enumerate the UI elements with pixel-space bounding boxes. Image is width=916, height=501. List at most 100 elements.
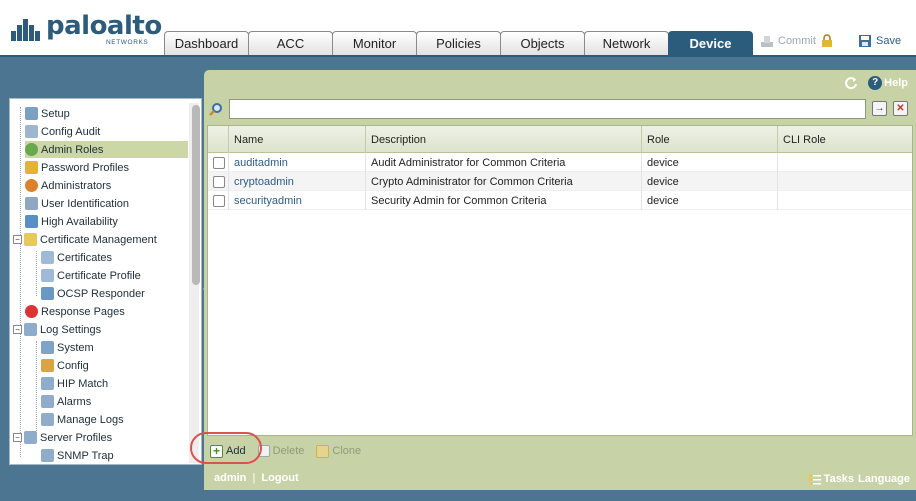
nav-item-certificate-management[interactable]: − Certificate Management bbox=[13, 231, 188, 248]
system-icon bbox=[41, 341, 54, 354]
password-profiles-icon bbox=[25, 161, 38, 174]
nav-item-label: Config bbox=[57, 359, 89, 372]
delete-button[interactable]: Delete bbox=[257, 445, 304, 457]
brand-name: paloalto bbox=[46, 11, 162, 41]
collapse-icon[interactable]: − bbox=[13, 433, 22, 442]
row-select-cell bbox=[208, 153, 229, 172]
nav-scrollbar-thumb[interactable] bbox=[192, 105, 200, 285]
tree-guide bbox=[20, 107, 21, 457]
filter-input[interactable] bbox=[229, 99, 866, 119]
role-type: device bbox=[642, 191, 778, 210]
nav-item-server-profiles[interactable]: − Server Profiles bbox=[13, 429, 188, 446]
tab-device[interactable]: Device bbox=[668, 31, 753, 55]
lock-icon bbox=[821, 34, 832, 47]
nav-item-label: HIP Match bbox=[57, 377, 109, 390]
nav-item-certificate-profile[interactable]: Certificate Profile bbox=[41, 267, 188, 284]
nav-item-label: Alarms bbox=[57, 395, 92, 408]
role-description: Security Admin for Common Criteria bbox=[366, 191, 642, 210]
nav-item-setup[interactable]: Setup bbox=[25, 105, 188, 122]
role-name-link[interactable]: cryptoadmin bbox=[229, 172, 366, 191]
apply-filter-icon[interactable]: → bbox=[872, 101, 887, 116]
nav-item-password-profiles[interactable]: Password Profiles bbox=[25, 159, 188, 176]
table-row[interactable]: cryptoadmin Crypto Administrator for Com… bbox=[208, 172, 912, 191]
row-checkbox[interactable] bbox=[213, 156, 225, 169]
nav-item-administrators[interactable]: Administrators bbox=[25, 177, 188, 194]
column-role[interactable]: Role bbox=[642, 126, 778, 153]
admin-roles-icon bbox=[25, 143, 38, 156]
tree-guide bbox=[36, 341, 37, 431]
table-row[interactable]: auditadmin Audit Administrator for Commo… bbox=[208, 153, 912, 172]
nav-item-log-settings[interactable]: − Log Settings bbox=[13, 321, 188, 338]
panel-toolbar: ? Help bbox=[844, 76, 908, 90]
ocsp-responder-icon bbox=[41, 287, 54, 300]
tab-network[interactable]: Network bbox=[584, 31, 669, 55]
tab-acc[interactable]: ACC bbox=[248, 31, 333, 55]
language-link[interactable]: Language bbox=[858, 473, 910, 485]
help-link[interactable]: Help bbox=[884, 77, 908, 89]
nav-item-manage-logs[interactable]: Manage Logs bbox=[41, 411, 188, 428]
hip-match-icon bbox=[41, 377, 54, 390]
help-icon[interactable]: ? bbox=[868, 76, 883, 90]
commit-icon bbox=[761, 36, 773, 47]
paloalto-logo: paloalto NETWORKS bbox=[10, 9, 162, 49]
config-icon bbox=[41, 359, 54, 372]
column-name[interactable]: Name bbox=[229, 126, 366, 153]
nav-item-high-availability[interactable]: High Availability bbox=[25, 213, 188, 230]
logo-mark-icon bbox=[11, 19, 40, 41]
save-button[interactable]: Save bbox=[858, 34, 901, 48]
admin-roles-panel: ? Help → ✕ Name Description Role CLI Rol… bbox=[204, 70, 916, 490]
manage-logs-icon bbox=[41, 413, 54, 426]
cli-role bbox=[778, 191, 912, 210]
column-cli-role[interactable]: CLI Role bbox=[778, 126, 912, 153]
clone-button[interactable]: Clone bbox=[316, 444, 361, 458]
role-description: Crypto Administrator for Common Criteria bbox=[366, 172, 642, 191]
role-name-link[interactable]: auditadmin bbox=[229, 153, 366, 172]
row-checkbox[interactable] bbox=[213, 194, 225, 207]
row-checkbox[interactable] bbox=[213, 175, 225, 188]
commit-button[interactable]: Commit bbox=[760, 34, 838, 48]
nav-item-certificates[interactable]: Certificates bbox=[41, 249, 188, 266]
header: paloalto NETWORKS Dashboard ACC Monitor … bbox=[0, 0, 916, 55]
collapse-icon[interactable]: − bbox=[13, 235, 22, 244]
tasks-link[interactable]: Tasks bbox=[824, 473, 854, 485]
snmp-trap-icon bbox=[41, 449, 54, 462]
nav-item-admin-roles[interactable]: Admin Roles bbox=[25, 141, 188, 158]
refresh-icon[interactable] bbox=[844, 76, 858, 90]
nav-item-label: Setup bbox=[41, 107, 70, 120]
column-description[interactable]: Description bbox=[366, 126, 642, 153]
table-row[interactable]: securityadmin Security Admin for Common … bbox=[208, 191, 912, 210]
nav-item-config[interactable]: Config bbox=[41, 357, 188, 374]
role-type: device bbox=[642, 153, 778, 172]
tab-monitor[interactable]: Monitor bbox=[332, 31, 417, 55]
logout-link[interactable]: Logout bbox=[261, 472, 298, 484]
tab-policies[interactable]: Policies bbox=[416, 31, 501, 55]
alarms-icon bbox=[41, 395, 54, 408]
nav-item-label: SNMP Trap bbox=[57, 449, 114, 462]
collapse-icon[interactable]: − bbox=[13, 325, 22, 334]
admin-roles-table: Name Description Role CLI Role auditadmi… bbox=[207, 125, 913, 436]
table-header: Name Description Role CLI Role bbox=[208, 126, 912, 153]
nav-item-alarms[interactable]: Alarms bbox=[41, 393, 188, 410]
nav-item-system[interactable]: System bbox=[41, 339, 188, 356]
tab-objects[interactable]: Objects bbox=[500, 31, 585, 55]
tab-dashboard[interactable]: Dashboard bbox=[164, 31, 249, 55]
tab-underline bbox=[0, 55, 916, 57]
certificates-icon bbox=[41, 251, 54, 264]
search-icon bbox=[209, 103, 222, 116]
high-availability-icon bbox=[25, 215, 38, 228]
administrators-icon bbox=[25, 179, 38, 192]
nav-item-snmp-trap[interactable]: SNMP Trap bbox=[41, 447, 188, 464]
role-name-link[interactable]: securityadmin bbox=[229, 191, 366, 210]
config-audit-icon bbox=[25, 125, 38, 138]
nav-item-ocsp-responder[interactable]: OCSP Responder bbox=[41, 285, 188, 302]
clear-filter-icon[interactable]: ✕ bbox=[893, 101, 908, 116]
nav-item-label: Manage Logs bbox=[57, 413, 124, 426]
role-type: device bbox=[642, 172, 778, 191]
nav-item-user-identification[interactable]: User Identification bbox=[25, 195, 188, 212]
nav-item-hip-match[interactable]: HIP Match bbox=[41, 375, 188, 392]
nav-item-response-pages[interactable]: Response Pages bbox=[25, 303, 188, 320]
clone-icon bbox=[316, 444, 330, 458]
add-button-highlight bbox=[190, 432, 262, 464]
action-bar: + Add Delete Clone bbox=[204, 439, 916, 463]
nav-item-config-audit[interactable]: Config Audit bbox=[25, 123, 188, 140]
